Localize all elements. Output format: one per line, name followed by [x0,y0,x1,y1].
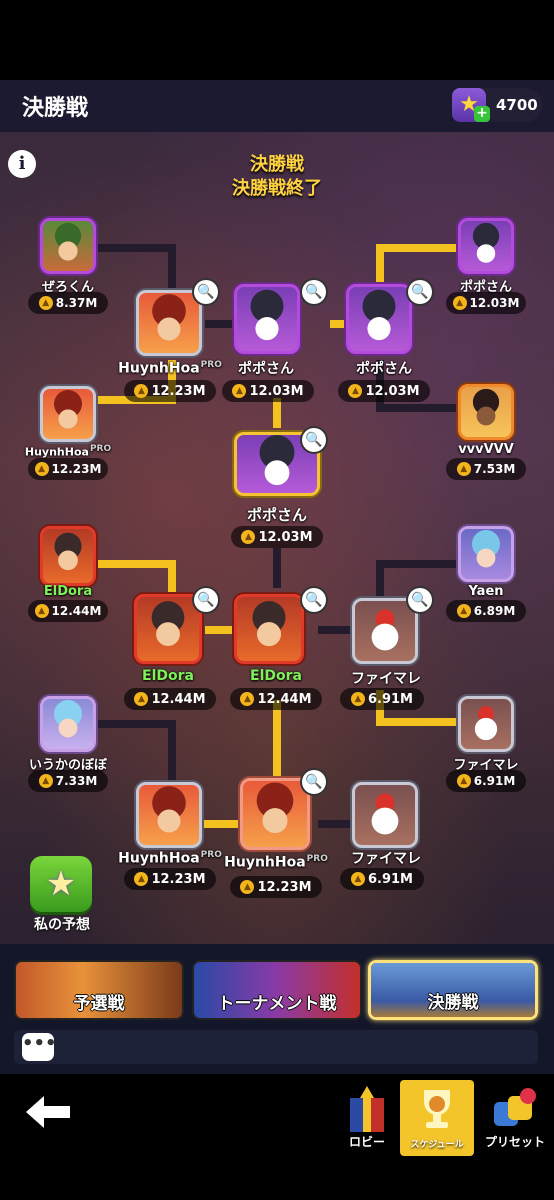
player-score: ▲ 12.23M [124,868,216,890]
player-score: ▲ 12.03M [222,380,314,402]
coin-icon: ▲ [240,880,255,894]
player-name: ファイマレ [351,851,421,867]
player-name: ポポさん [238,361,294,377]
chat-icon[interactable]: ••• [22,1033,57,1061]
player-card-eldora[interactable] [134,594,202,664]
coin-icon: ▲ [34,604,49,618]
player-score: ▲ 7.33M [28,770,108,792]
magnifier-icon[interactable]: 🔍 [408,280,432,304]
player-name: ElDora [142,668,194,684]
player-score: ▲ 12.44M [124,688,216,710]
add-currency-icon[interactable]: + [474,106,490,122]
star-icon: ★ [45,864,77,904]
preset-icon [494,1088,536,1126]
currency-display[interactable]: ★ + 4700 [452,88,542,122]
coin-icon: ▲ [134,384,149,398]
trophy-icon [424,1090,450,1128]
coin-icon: ▲ [34,462,49,476]
champion-name: ポポさん [246,506,307,524]
player-score: ▲ 12.44M [28,600,108,622]
player-score: ▲ 6.89M [446,600,526,622]
player-score: ▲ 12.23M [124,380,216,402]
prediction-label: 私の予想 [34,917,90,933]
player-card-huynhhoa[interactable] [40,386,96,442]
magnifier-icon[interactable]: 🔍 [408,588,432,612]
player-card-popo[interactable] [458,218,514,274]
coin-icon: ▲ [241,530,256,544]
player-card-iuka[interactable] [40,696,96,752]
player-card-zero[interactable] [40,218,96,274]
player-score: ▲ 6.91M [340,688,424,710]
coin-icon: ▲ [232,384,247,398]
player-score: ▲ 12.03M [338,380,430,402]
coin-icon: ▲ [38,296,53,310]
magnifier-icon[interactable]: 🔍 [194,588,218,612]
player-score: ▲ 6.91M [340,868,424,890]
champion-score: ▲ 12.03M [231,526,323,548]
player-score: ▲ 12.44M [230,688,322,710]
tab-qualifier[interactable]: 予選戦 [14,960,184,1020]
magnifier-icon[interactable]: 🔍 [302,280,326,304]
player-name: ElDora [43,584,93,599]
player-card-eldora[interactable] [40,526,96,586]
coin-icon: ▲ [350,692,365,706]
player-score: ▲ 8.37M [28,292,108,314]
coin-icon: ▲ [240,692,255,706]
coin-icon: ▲ [452,296,467,310]
tab-final[interactable]: 決勝戦 [368,960,538,1020]
magnifier-icon[interactable]: 🔍 [194,280,218,304]
player-card-huynhhoa[interactable] [136,290,202,356]
player-score: ▲ 12.03M [446,292,526,314]
currency-value: 4700 [496,96,538,114]
player-score: ▲ 12.23M [230,876,322,898]
player-card-faimare[interactable] [352,598,418,664]
player-score: ▲ 7.53M [446,458,526,480]
player-score: ▲ 12.23M [28,458,108,480]
coin-icon: ▲ [38,774,53,788]
player-score: ▲ 6.91M [446,770,526,792]
coin-icon: ▲ [456,462,471,476]
tab-tournament[interactable]: トーナメント戦 [192,960,362,1020]
nav-schedule[interactable]: スケジュール [400,1080,474,1156]
player-name: HuynhHoaPRO [224,854,328,871]
player-name: Yaen [468,584,504,599]
coin-icon: ▲ [456,604,471,618]
coin-icon: ▲ [350,872,365,886]
coin-icon: ▲ [348,384,363,398]
player-name: ポポさん [356,361,412,377]
stage-status: 決勝戦終了 [232,178,322,199]
player-name: ファイマレ [351,671,421,687]
coin-icon: ▲ [134,692,149,706]
player-name: ElDora [250,668,302,684]
player-card-yaen[interactable] [458,526,514,582]
page-title: 決勝戦 [22,96,89,121]
magnifier-icon[interactable]: 🔍 [302,770,326,794]
player-card-huynhhoa[interactable] [240,778,310,850]
player-card-faimare[interactable] [352,782,418,848]
status-bar-area [0,0,554,80]
info-button[interactable]: i [8,150,36,178]
player-name: vvvVVV [458,442,514,457]
coin-icon: ▲ [134,872,149,886]
coin-icon: ▲ [456,774,471,788]
player-card-huynhhoa[interactable] [136,782,202,848]
player-card-eldora[interactable] [234,594,304,664]
nav-lobby[interactable]: ロビー [330,1080,404,1156]
magnifier-icon[interactable]: 🔍 [302,428,326,452]
player-card-vvvvvv[interactable] [458,384,514,440]
castle-icon [350,1086,384,1132]
player-card-faimare[interactable] [458,696,514,752]
chat-row: ••• [14,1030,538,1064]
back-arrow-icon[interactable] [22,1092,74,1132]
player-name: HuynhHoaPRO [24,444,112,459]
magnifier-icon[interactable]: 🔍 [302,588,326,612]
player-card-popo[interactable] [234,284,300,354]
stage-title: 決勝戦 [250,154,304,175]
player-card-popo[interactable] [346,284,412,354]
nav-preset[interactable]: プリセット [478,1080,552,1156]
prediction-button[interactable]: ★ [30,856,92,912]
